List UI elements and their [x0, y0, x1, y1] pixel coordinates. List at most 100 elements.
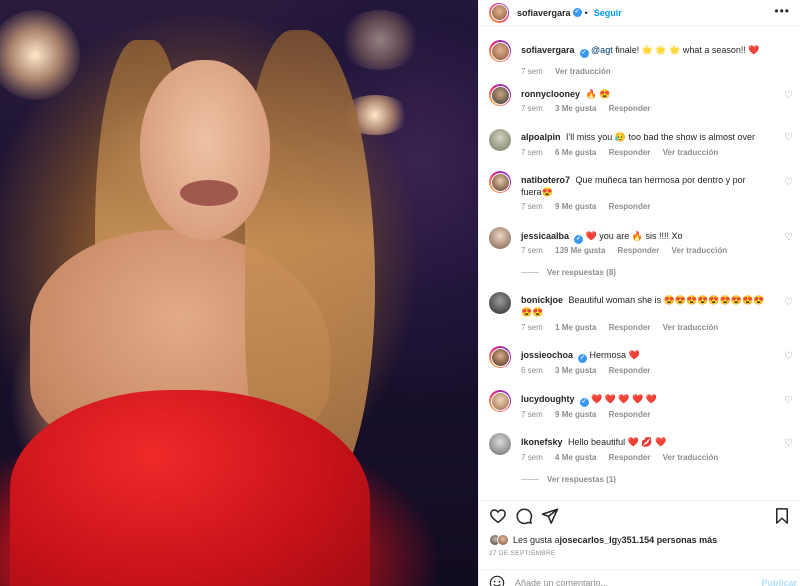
like-comment-icon[interactable]: ♡ [784, 395, 793, 406]
comment-likes[interactable]: 139 Me gusta [555, 246, 605, 255]
action-icons [489, 507, 791, 525]
comment-bubble-icon[interactable] [515, 507, 533, 525]
translate-button[interactable]: Ver traducción [663, 453, 719, 462]
comment-likes[interactable]: 4 Me gusta [555, 453, 596, 462]
comment-text: lucydoughty ✓ ❤️ ❤️ ❤️ ❤️ ❤️ [521, 393, 785, 407]
follow-button[interactable]: Seguir [594, 8, 622, 18]
caption-avatar[interactable] [489, 40, 511, 62]
separator-dot: • [584, 7, 588, 18]
publish-button[interactable]: Publicar [761, 578, 797, 586]
comment-likes[interactable]: 9 Me gusta [555, 202, 596, 211]
comment-meta: 7 sem 9 Me gusta Responder [521, 202, 660, 211]
comment-meta: 7 sem 6 Me gusta Responder Ver traducció… [521, 148, 728, 157]
comment-username[interactable]: bonickjoe [521, 295, 563, 305]
commenter-avatar[interactable] [489, 346, 511, 368]
reply-button[interactable]: Responder [609, 202, 651, 211]
reply-button[interactable]: Responder [609, 323, 651, 332]
caption-mention[interactable]: @agt [591, 45, 613, 55]
commenter-avatar[interactable] [489, 433, 511, 455]
comment-meta: 7 sem 9 Me gusta Responder [521, 410, 660, 419]
reply-button[interactable]: Responder [609, 148, 651, 157]
comment-likes[interactable]: 9 Me gusta [555, 410, 596, 419]
comment-time[interactable]: 7 sem [521, 202, 543, 211]
likes-user[interactable]: josecarlos_lg [560, 535, 618, 545]
comment-time[interactable]: 7 sem [521, 410, 543, 419]
likes-summary[interactable]: Les gusta a josecarlos_lg y 351.154 pers… [489, 534, 717, 546]
comment-time[interactable]: 7 sem [521, 323, 543, 332]
reply-button[interactable]: Responder [609, 410, 651, 419]
comment-meta: 7 sem 1 Me gusta Responder Ver traducció… [521, 323, 728, 332]
comment-username[interactable]: jessicaalba [521, 231, 569, 241]
comment-username[interactable]: lucydoughty [521, 394, 575, 404]
comment-time[interactable]: 7 sem [521, 104, 543, 113]
view-replies-button[interactable]: Ver respuestas (1) [521, 475, 616, 484]
like-heart-icon[interactable] [489, 507, 507, 525]
translate-button[interactable]: Ver traducción [672, 246, 728, 255]
post-photo[interactable] [0, 0, 478, 586]
face [140, 60, 270, 240]
like-comment-icon[interactable]: ♡ [784, 351, 793, 362]
reply-button[interactable]: Responder [609, 366, 651, 375]
reply-button[interactable]: Responder [609, 453, 651, 462]
commenter-avatar[interactable] [489, 292, 511, 314]
comment-input[interactable]: Añade un comentario... [515, 578, 608, 586]
caption-username[interactable]: sofiavergara [521, 45, 575, 55]
lips [180, 180, 238, 206]
view-replies-label[interactable]: Ver respuestas (8) [547, 268, 616, 277]
comment-likes[interactable]: 3 Me gusta [555, 366, 596, 375]
replies-line [521, 272, 539, 273]
comment-meta: 7 sem 3 Me gusta Responder [521, 104, 660, 113]
post-header: sofiavergara ✓ • Seguir ••• [479, 0, 800, 26]
save-bookmark-icon[interactable] [773, 507, 791, 525]
reply-button[interactable]: Responder [609, 104, 651, 113]
commenter-avatar[interactable] [489, 227, 511, 249]
post-actions: Les gusta a josecarlos_lg y 351.154 pers… [479, 500, 800, 586]
comment-username[interactable]: alpoalpin [521, 132, 561, 142]
reply-button[interactable]: Responder [618, 246, 660, 255]
comment-text: bonickjoe Beautiful woman she is 😍😍😍😍😍😍😍… [521, 294, 771, 318]
commenter-avatar[interactable] [489, 129, 511, 151]
comments-list[interactable]: sofiavergara ✓ @agt finale! 🌟 🌟 🌟 what a … [479, 34, 800, 500]
comment-likes[interactable]: 6 Me gusta [555, 148, 596, 157]
emoji-icon[interactable] [489, 575, 505, 586]
view-replies-label[interactable]: Ver respuestas (1) [547, 475, 616, 484]
commenter-avatar[interactable] [489, 84, 511, 106]
comment-text: jessicaalba ✓ ❤️ you are 🔥 sis !!!! Xo [521, 230, 785, 244]
like-comment-icon[interactable]: ♡ [784, 177, 793, 188]
like-comment-icon[interactable]: ♡ [784, 90, 793, 101]
translate-button[interactable]: Ver traducción [663, 148, 719, 157]
author-avatar[interactable] [489, 2, 509, 23]
comment-username[interactable]: jossieochoa [521, 350, 573, 360]
comment-text: lkonefsky Hello beautiful ❤️ 💋 ❤️ [521, 436, 785, 448]
like-comment-icon[interactable]: ♡ [784, 297, 793, 308]
share-plane-icon[interactable] [541, 507, 559, 525]
caption-time[interactable]: 7 sem [521, 67, 543, 76]
comment-time[interactable]: 6 sem [521, 366, 543, 375]
comment-body: Hermosa ❤️ [589, 350, 640, 360]
comment-time[interactable]: 7 sem [521, 246, 543, 255]
commenter-avatar[interactable] [489, 390, 511, 412]
caption-translate[interactable]: Ver traducción [555, 67, 611, 76]
like-comment-icon[interactable]: ♡ [784, 438, 793, 449]
comment-username[interactable]: ronnyclooney [521, 89, 580, 99]
verified-icon: ✓ [574, 235, 584, 244]
more-options-icon[interactable]: ••• [774, 5, 790, 17]
comment-time[interactable]: 7 sem [521, 453, 543, 462]
comment-text: alpoalpin I'll miss you 😥 too bad the sh… [521, 131, 785, 143]
comment-time[interactable]: 7 sem [521, 148, 543, 157]
comment-text: natibotero7 Que muñeca tan hermosa por d… [521, 174, 761, 198]
comment-likes[interactable]: 1 Me gusta [555, 323, 596, 332]
author-username[interactable]: sofiavergara [517, 8, 571, 18]
view-replies-button[interactable]: Ver respuestas (8) [521, 268, 616, 277]
like-comment-icon[interactable]: ♡ [784, 232, 793, 243]
caption-body: finale! 🌟 🌟 🌟 what a season!! ❤️ [612, 45, 760, 55]
comment-likes[interactable]: 3 Me gusta [555, 104, 596, 113]
like-comment-icon[interactable]: ♡ [784, 132, 793, 143]
translate-button[interactable]: Ver traducción [663, 323, 719, 332]
post-date[interactable]: 27 DE SEPTIEMBRE [489, 550, 556, 557]
comment-username[interactable]: lkonefsky [521, 437, 563, 447]
comment-username[interactable]: natibotero7 [521, 175, 570, 185]
likes-count[interactable]: 351.154 personas más [622, 535, 718, 545]
commenter-avatar[interactable] [489, 171, 511, 193]
caption-text: sofiavergara ✓ @agt finale! 🌟 🌟 🌟 what a … [521, 44, 785, 58]
